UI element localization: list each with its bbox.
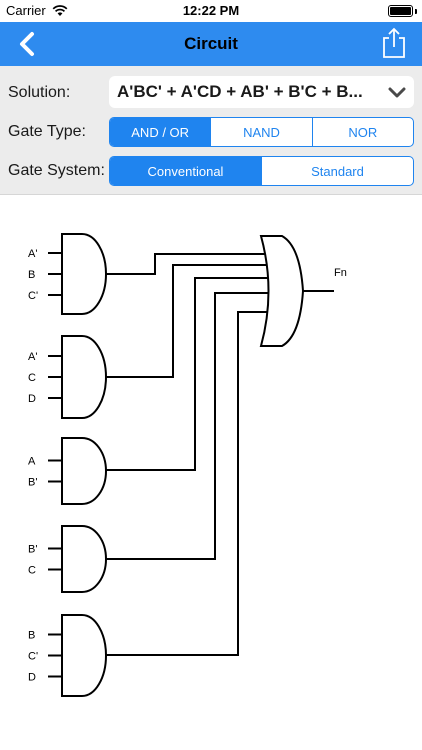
solution-select[interactable]: A'BC' + A'CD + AB' + B'C + B... (109, 76, 414, 108)
circuit-diagram: A'BC'A'CDAB'B'CBC'D Fn (28, 233, 347, 697)
page-title: Circuit (184, 34, 238, 53)
chevron-down-icon (388, 87, 406, 98)
gate-input-label: A' (28, 351, 37, 363)
gate-system-label: Gate System: (8, 162, 105, 179)
share-icon[interactable] (380, 27, 408, 59)
and-gate-body (61, 335, 107, 419)
output-label: Fn (334, 267, 347, 279)
and-gate-body (61, 233, 107, 315)
or-gate (259, 235, 305, 347)
gate-type-option-nand[interactable]: NAND (210, 118, 311, 146)
settings-panel: Solution: A'BC' + A'CD + AB' + B'C + B..… (0, 66, 422, 195)
gate-type-label: Gate Type: (8, 123, 86, 140)
and-gate-body (61, 437, 107, 505)
gate-input-label: B' (28, 477, 37, 489)
gate-input-label: A' (28, 248, 37, 260)
and-gate-5: B C' D (28, 614, 107, 697)
gate-input-label: C (28, 565, 36, 577)
gate-input-label: B (28, 630, 35, 642)
solution-value: A'BC' + A'CD + AB' + B'C + B... (117, 82, 363, 101)
gate-type-option-and-or[interactable]: AND / OR (110, 118, 211, 146)
gate-type-control: AND / OR NAND NOR (109, 117, 414, 147)
battery-icon (388, 5, 413, 17)
and-gate-1: A' B C' (28, 233, 107, 315)
nav-bar: Circuit (0, 22, 422, 66)
status-time: 12:22 PM (182, 3, 240, 18)
solution-label: Solution: (8, 84, 71, 101)
battery-cap (415, 9, 417, 14)
gate-system-control: Conventional Standard (109, 156, 414, 186)
and-gate-4: B' C (28, 525, 107, 593)
status-bar: Carrier 12:22 PM (0, 0, 422, 22)
gate-input-label: D (28, 393, 36, 405)
and-gate-2: A' CD (28, 335, 107, 419)
gate-type-option-nor[interactable]: NOR (311, 118, 413, 146)
gate-input-label: D (28, 672, 36, 684)
gate-input-label: A (28, 456, 36, 468)
gate-system-option-conventional[interactable]: Conventional (110, 157, 261, 185)
gate-input-label: C' (28, 651, 38, 663)
gate-input-label: C (28, 372, 36, 384)
and-gates: A'BC'A'CDAB'B'CBC'D (28, 233, 107, 697)
and-gate-body (61, 525, 107, 593)
and-gate-body (61, 614, 107, 697)
and-gate-3: A B' (28, 437, 107, 505)
gate-input-label: B' (28, 544, 37, 556)
gate-input-label: B (28, 269, 35, 281)
gate-system-option-standard[interactable]: Standard (261, 157, 413, 185)
gate-input-label: C' (28, 290, 38, 302)
